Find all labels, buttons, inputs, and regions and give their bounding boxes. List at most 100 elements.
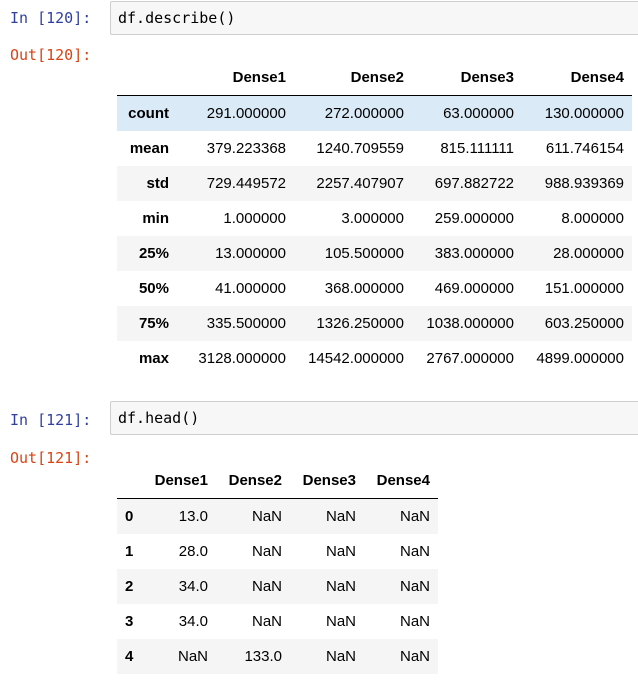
column-header: Dense3 [290,463,364,499]
table-cell: 272.000000 [324,105,404,122]
table-cell: 611.746154 [545,140,624,157]
table-cell: NaN [325,613,356,630]
table-cell: 368.000000 [324,280,404,297]
table-row: 3 34.0 NaN NaN NaN [117,604,438,639]
table-row: 4 NaN 133.0 NaN NaN [117,639,438,674]
table-row: min 1.000000 3.000000 259.000000 8.00000… [117,201,632,236]
input-prompt: In [121]: [10,411,92,429]
table-cell: NaN [251,578,282,595]
table-row: 25% 13.000000 105.500000 383.000000 28.0… [117,236,632,271]
table-cell: 2257.407907 [316,175,404,192]
index-header [117,60,177,96]
table-cell: NaN [399,508,430,525]
head-output-table: Dense1 Dense2 Dense3 Dense4 0 13.0 NaN N… [117,463,438,674]
table-row: 75% 335.500000 1326.250000 1038.000000 6… [117,306,632,341]
code-text[interactable]: df.head() [118,408,199,428]
table-cell: 697.882722 [434,175,514,192]
row-index: count [128,105,169,122]
column-header: Dense1 [177,60,294,96]
row-index: std [146,175,170,192]
row-index: max [138,350,169,367]
table-cell: 383.000000 [434,245,514,262]
table-cell: NaN [251,543,282,560]
input-prompt: In [120]: [10,9,92,27]
table-cell: 335.500000 [206,315,286,332]
table-cell: NaN [251,508,282,525]
table-cell: 1038.000000 [426,315,514,332]
table-cell: 1326.250000 [316,315,404,332]
table-row: std 729.449572 2257.407907 697.882722 98… [117,166,632,201]
index-header [117,463,144,499]
row-index: 4 [125,648,134,665]
table-cell: 63.000000 [443,105,514,122]
table-cell: 28.0 [178,543,208,560]
table-cell: 291.000000 [206,105,286,122]
row-index: 25% [138,245,169,262]
table-cell: 13.0 [178,508,208,525]
row-index: 1 [125,543,134,560]
table-cell: 13.000000 [215,245,286,262]
table-cell: 379.223368 [206,140,286,157]
table-cell: 151.000000 [544,280,624,297]
table-cell: 3.000000 [341,210,404,227]
table-cell: 988.939369 [544,175,624,192]
table-cell: 41.000000 [215,280,286,297]
table-cell: NaN [325,508,356,525]
column-header: Dense4 [522,60,632,96]
row-index: 0 [125,508,134,525]
table-cell: 130.000000 [544,105,624,122]
table-cell: 28.000000 [553,245,624,262]
table-cell: 2767.000000 [426,350,514,367]
table-row: 2 34.0 NaN NaN NaN [117,569,438,604]
column-header: Dense2 [216,463,290,499]
table-cell: NaN [399,578,430,595]
code-text[interactable]: df.describe() [118,8,235,28]
row-index: mean [129,140,169,157]
table-cell: NaN [251,613,282,630]
table-cell: 469.000000 [434,280,514,297]
table-header-row: Dense1 Dense2 Dense3 Dense4 [117,60,632,96]
table-cell: 14542.000000 [308,350,404,367]
table-cell: NaN [399,648,430,665]
column-header: Dense2 [294,60,412,96]
table-cell: NaN [399,613,430,630]
table-cell: 1240.709559 [316,140,404,157]
table-cell: 1.000000 [223,210,286,227]
table-cell: NaN [325,648,356,665]
output-prompt: Out[121]: [10,449,92,467]
row-index: 50% [138,280,169,297]
row-index: min [142,210,169,227]
column-header: Dense4 [364,463,438,499]
table-cell: 815.111111 [440,140,514,157]
table-cell: 4899.000000 [536,350,624,367]
table-row: 50% 41.000000 368.000000 469.000000 151.… [117,271,632,306]
column-header: Dense1 [144,463,216,499]
row-index: 2 [125,578,134,595]
table-cell: 259.000000 [434,210,514,227]
column-header: Dense3 [412,60,522,96]
table-cell: NaN [399,543,430,560]
table-cell: 34.0 [178,578,208,595]
table-cell: 105.500000 [324,245,404,262]
table-row: mean 379.223368 1240.709559 815.111111 6… [117,131,632,166]
table-row: 0 13.0 NaN NaN NaN [117,498,438,534]
code-input-editor[interactable]: df.describe() [110,1,638,35]
row-index: 3 [125,613,134,630]
table-cell: 133.0 [244,648,282,665]
table-cell: 34.0 [178,613,208,630]
table-cell: NaN [325,578,356,595]
row-index: 75% [138,315,169,332]
table-row: max 3128.000000 14542.000000 2767.000000… [117,341,632,376]
table-cell: 603.250000 [544,315,624,332]
output-prompt: Out[120]: [10,46,92,64]
table-row: 1 28.0 NaN NaN NaN [117,534,438,569]
table-cell: 3128.000000 [198,350,286,367]
table-cell: NaN [177,648,208,665]
table-cell: 8.000000 [561,210,624,227]
code-input-editor[interactable]: df.head() [110,401,638,435]
table-cell: NaN [325,543,356,560]
table-row: count 291.000000 272.000000 63.000000 13… [117,95,632,131]
describe-output-table: Dense1 Dense2 Dense3 Dense4 count 291.00… [117,60,632,376]
table-header-row: Dense1 Dense2 Dense3 Dense4 [117,463,438,499]
table-cell: 729.449572 [206,175,286,192]
